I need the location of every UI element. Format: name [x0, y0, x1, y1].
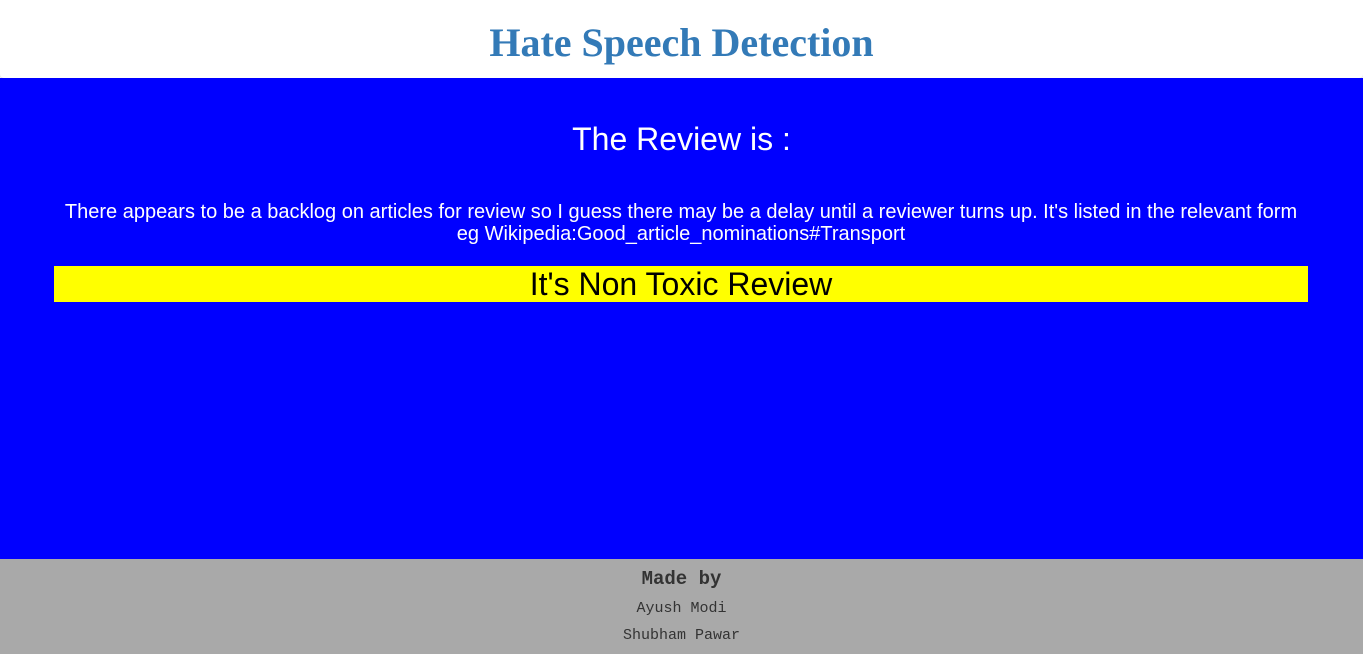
review-text: There appears to be a backlog on article…: [64, 201, 1298, 245]
result-banner: It's Non Toxic Review: [54, 266, 1308, 302]
page-title: Hate Speech Detection: [489, 20, 874, 65]
page-footer: Made by Ayush Modi Shubham Pawar: [0, 559, 1363, 654]
made-by-label: Made by: [641, 568, 722, 590]
author-name: Shubham Pawar: [622, 627, 741, 644]
author-name: Ayush Modi: [636, 600, 727, 617]
page-header: Hate Speech Detection: [0, 0, 1363, 78]
review-heading: The Review is :: [572, 121, 791, 157]
main-content: The Review is : There appears to be a ba…: [0, 78, 1363, 559]
